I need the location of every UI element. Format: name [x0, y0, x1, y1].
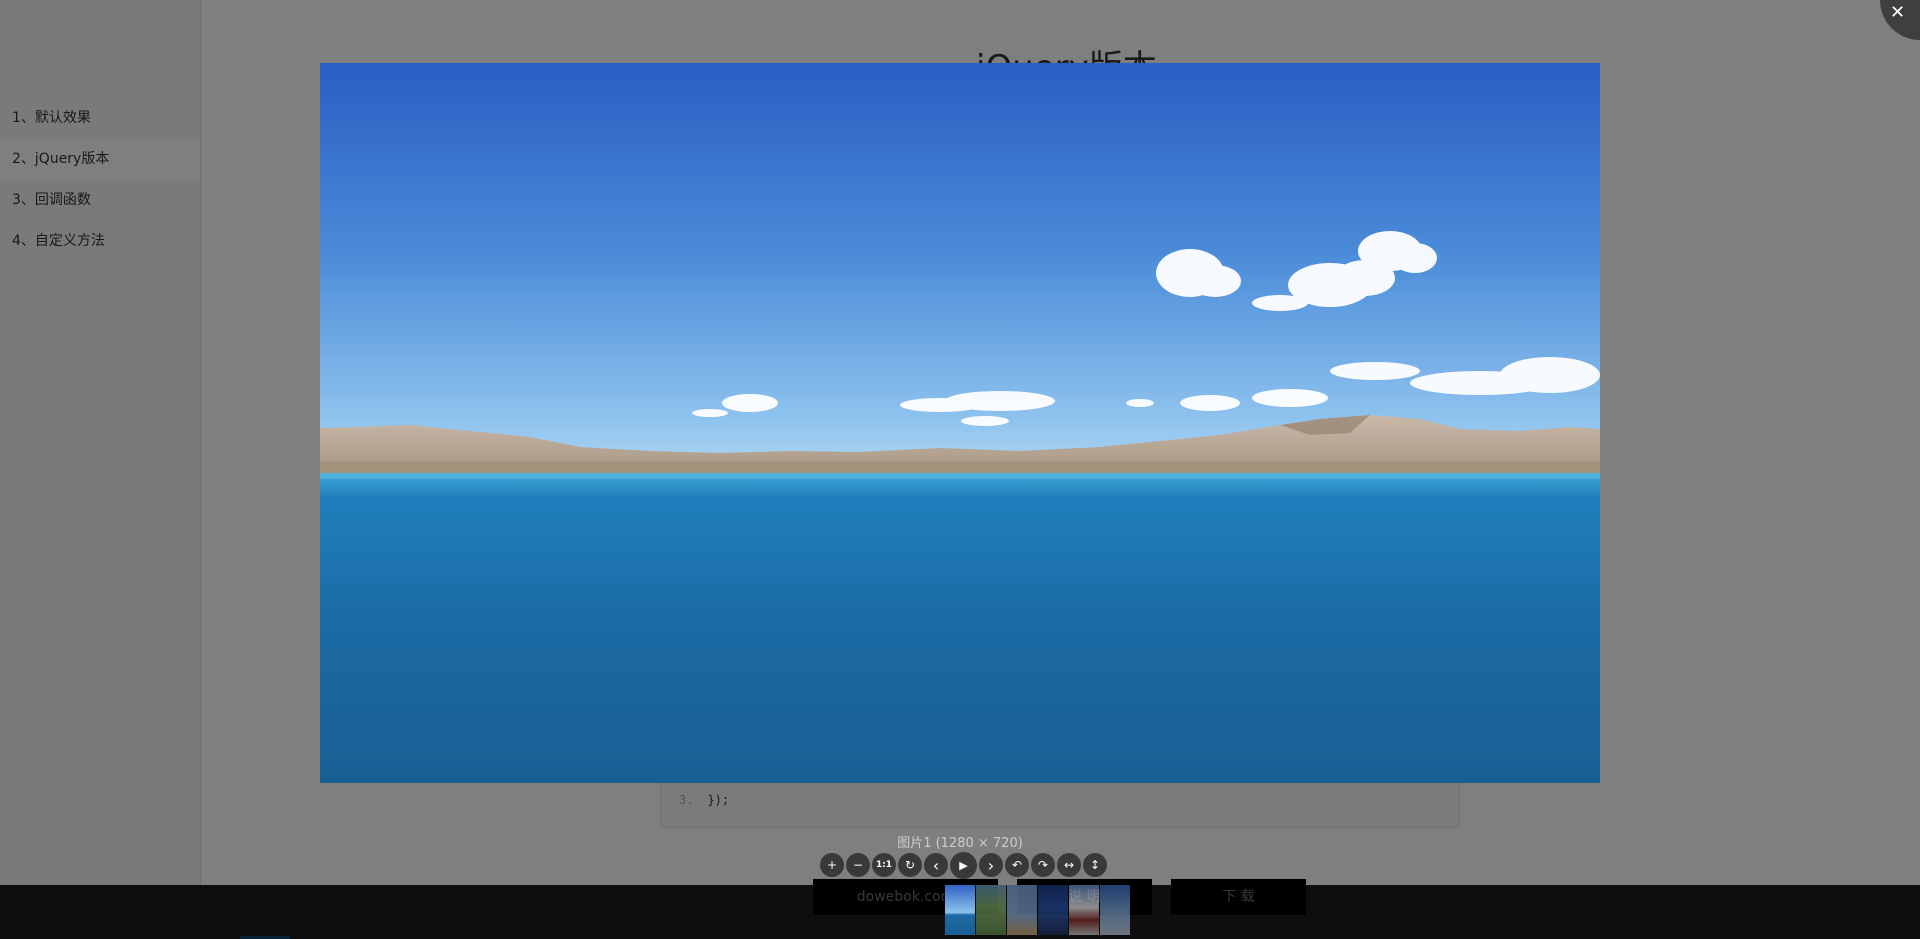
rotate-right-button[interactable]: ↷ — [1031, 853, 1055, 877]
rotate-left-icon: ↶ — [1011, 858, 1023, 872]
zoom-out-button[interactable]: − — [846, 853, 870, 877]
zoom-in-icon: + — [826, 858, 838, 872]
thumbnail-1[interactable] — [945, 885, 975, 935]
flip-vertical-button[interactable]: ↕ — [1083, 853, 1107, 877]
one-to-one-button[interactable]: 1:1 — [872, 853, 896, 877]
viewer-toolbar: + − 1:1 ↻ ‹ ▶ › ↶ ↷ ↔ ↕ — [820, 852, 1107, 879]
next-button[interactable]: › — [979, 853, 1003, 877]
thumbnail-6[interactable] — [1100, 885, 1130, 935]
zoom-in-button[interactable]: + — [820, 853, 844, 877]
prev-icon: ‹ — [932, 855, 940, 875]
flip-horizontal-button[interactable]: ↔ — [1057, 853, 1081, 877]
thumbnail-3[interactable] — [1007, 885, 1037, 935]
reset-icon: ↻ — [904, 858, 916, 872]
close-icon: ✕ — [1890, 2, 1906, 23]
zoom-out-icon: − — [852, 858, 864, 872]
flip-vertical-icon: ↕ — [1089, 858, 1101, 872]
one-to-one-icon: 1:1 — [875, 860, 893, 870]
prev-button[interactable]: ‹ — [924, 853, 948, 877]
next-icon: › — [987, 855, 995, 875]
reset-button[interactable]: ↻ — [898, 853, 922, 877]
thumbnail-navbar — [0, 885, 1920, 939]
thumbnail-5[interactable] — [1069, 885, 1099, 935]
thumbnail-list — [945, 885, 1131, 939]
thumbnail-4[interactable] — [1038, 885, 1068, 935]
image-caption: 图片1 (1280 × 720) — [897, 836, 1023, 851]
thumbnail-2[interactable] — [976, 885, 1006, 935]
play-icon: ▶ — [959, 859, 968, 872]
lake-photo — [320, 63, 1600, 783]
viewer-image[interactable] — [320, 63, 1600, 783]
rotate-right-icon: ↷ — [1037, 858, 1049, 872]
play-button[interactable]: ▶ — [950, 852, 977, 879]
flip-horizontal-icon: ↔ — [1063, 858, 1075, 872]
rotate-left-button[interactable]: ↶ — [1005, 853, 1029, 877]
